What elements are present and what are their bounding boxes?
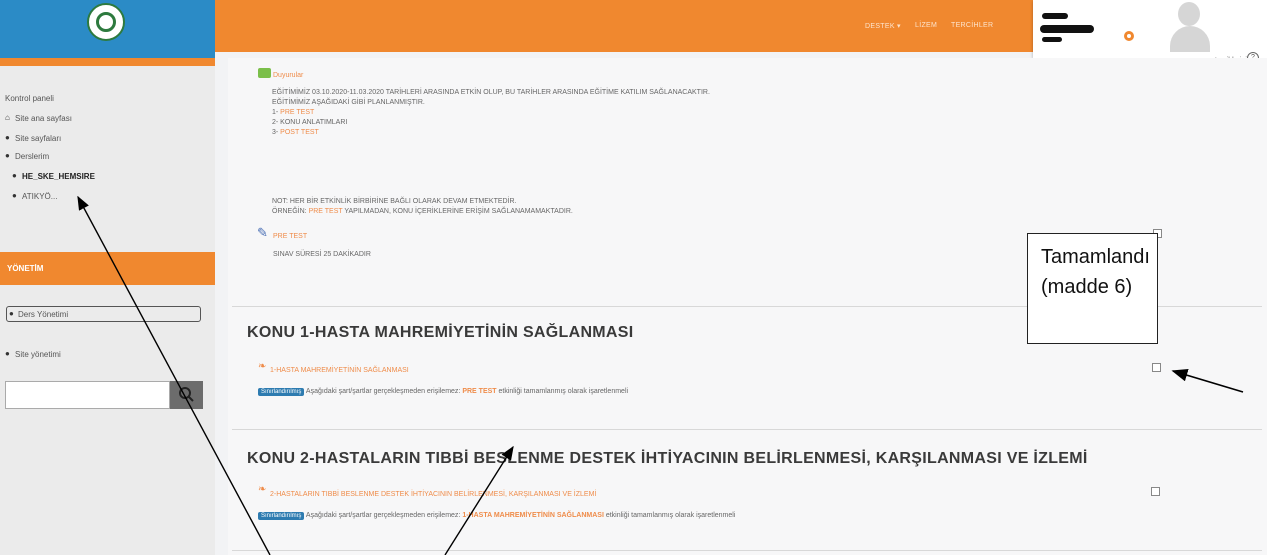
annotation-arrows (77, 195, 1244, 555)
arrow-to-course-link (77, 195, 271, 555)
arrow-to-checkbox (1171, 369, 1244, 393)
arrow-to-restriction (444, 445, 514, 555)
